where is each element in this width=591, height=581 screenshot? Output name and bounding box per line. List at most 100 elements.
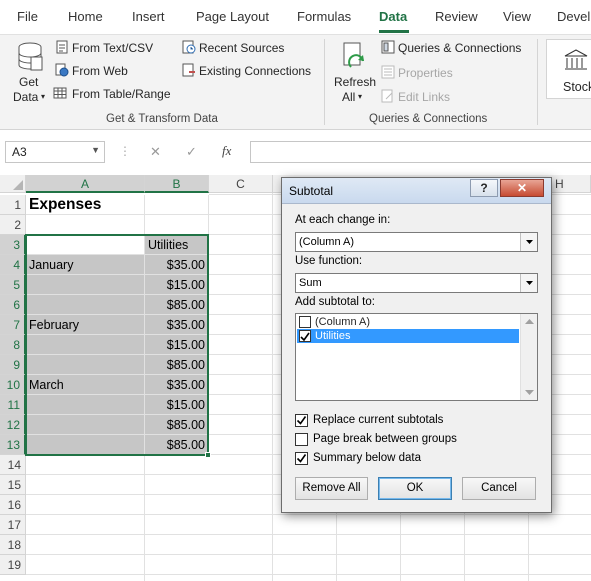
cell-b8[interactable]: $15.00: [145, 335, 209, 355]
row-header[interactable]: 7: [0, 315, 26, 335]
cell-a8[interactable]: [26, 335, 145, 355]
cell-b13[interactable]: $85.00: [145, 435, 209, 455]
empty-cells[interactable]: [26, 455, 209, 581]
insert-function-icon[interactable]: fx: [222, 143, 231, 159]
cancel-formula-icon[interactable]: ✕: [150, 144, 161, 160]
row-header[interactable]: 15: [0, 475, 26, 495]
list-item-checkbox[interactable]: [299, 316, 311, 328]
from-text-csv-button[interactable]: From Text/CSV: [72, 41, 153, 55]
dropdown-button[interactable]: [520, 274, 537, 292]
cell-a7[interactable]: February: [26, 315, 145, 335]
cell-a9[interactable]: [26, 355, 145, 375]
cell-b4[interactable]: $35.00: [145, 255, 209, 275]
page-break-checkbox[interactable]: [295, 433, 308, 446]
row-header[interactable]: 3: [0, 235, 26, 255]
close-button[interactable]: ✕: [500, 179, 544, 197]
list-item[interactable]: (Column A): [297, 315, 519, 329]
remove-all-button[interactable]: Remove All: [295, 477, 368, 500]
cell-a6[interactable]: [26, 295, 145, 315]
enter-formula-icon[interactable]: ✓: [186, 144, 197, 160]
tab-developer[interactable]: Devel: [557, 9, 590, 24]
formula-input[interactable]: [250, 141, 591, 163]
row-header[interactable]: 8: [0, 335, 26, 355]
row-header[interactable]: 1: [0, 195, 26, 215]
cell-a4[interactable]: January: [26, 255, 145, 275]
cell-a1[interactable]: Expenses: [26, 195, 145, 215]
cell-a11[interactable]: [26, 395, 145, 415]
tab-view[interactable]: View: [503, 9, 531, 24]
cell-b5[interactable]: $15.00: [145, 275, 209, 295]
existing-connections-button[interactable]: Existing Connections: [199, 64, 311, 78]
cell-a2[interactable]: [26, 215, 145, 235]
queries-connections-button[interactable]: Queries & Connections: [398, 41, 521, 55]
chevron-down-icon[interactable]: ▼: [91, 145, 100, 155]
chevron-down-icon: ▾: [41, 92, 46, 101]
from-web-button[interactable]: From Web: [72, 64, 128, 78]
list-item[interactable]: Utilities: [297, 329, 519, 343]
get-data-button[interactable]: Get Data ▾: [10, 39, 50, 107]
row-header[interactable]: 9: [0, 355, 26, 375]
cell-a3[interactable]: [26, 235, 145, 255]
summary-below-checkbox[interactable]: [295, 452, 308, 465]
cell-a13[interactable]: [26, 435, 145, 455]
cell-a10[interactable]: March: [26, 375, 145, 395]
use-function-select[interactable]: Sum: [295, 273, 538, 293]
page-break-label[interactable]: Page break between groups: [313, 433, 457, 445]
tab-home[interactable]: Home: [68, 9, 103, 24]
row-header[interactable]: 16: [0, 495, 26, 515]
tab-formulas[interactable]: Formulas: [297, 9, 351, 24]
cell-a5[interactable]: [26, 275, 145, 295]
cell-b1[interactable]: [145, 195, 209, 215]
replace-current-label[interactable]: Replace current subtotals: [313, 414, 443, 426]
row-header[interactable]: 18: [0, 535, 26, 555]
row-header[interactable]: 10: [0, 375, 26, 395]
dropdown-button[interactable]: [520, 233, 537, 251]
cell-b7[interactable]: $35.00: [145, 315, 209, 335]
tab-review[interactable]: Review: [435, 9, 478, 24]
cell-b10[interactable]: $35.00: [145, 375, 209, 395]
row-header[interactable]: 17: [0, 515, 26, 535]
row-header[interactable]: 2: [0, 215, 26, 235]
row-header[interactable]: 19: [0, 555, 26, 575]
scroll-up-icon[interactable]: [525, 318, 534, 324]
row-header[interactable]: 6: [0, 295, 26, 315]
recent-sources-button[interactable]: Recent Sources: [199, 41, 284, 55]
row-header[interactable]: 13: [0, 435, 26, 455]
column-header-c[interactable]: C: [209, 175, 273, 193]
stocks-button[interactable]: Stock: [546, 39, 591, 99]
cell-b2[interactable]: [145, 215, 209, 235]
column-header-a[interactable]: A: [26, 175, 145, 193]
refresh-all-button[interactable]: Refresh All ▾: [330, 39, 376, 109]
scroll-down-icon[interactable]: [525, 390, 534, 396]
row-header[interactable]: 4: [0, 255, 26, 275]
cell-b11[interactable]: $15.00: [145, 395, 209, 415]
at-each-change-select[interactable]: (Column A): [295, 232, 538, 252]
name-box[interactable]: A3 ▼: [5, 141, 105, 163]
cell-b3[interactable]: Utilities: [145, 235, 209, 255]
tab-insert[interactable]: Insert: [132, 9, 165, 24]
add-subtotal-list[interactable]: (Column A) Utilities: [295, 313, 538, 401]
cell-b9[interactable]: $85.00: [145, 355, 209, 375]
dialog-titlebar[interactable]: Subtotal ? ✕: [282, 178, 551, 204]
row-header[interactable]: 14: [0, 455, 26, 475]
list-scrollbar[interactable]: [520, 314, 537, 400]
cell-b12[interactable]: $85.00: [145, 415, 209, 435]
replace-current-checkbox[interactable]: [295, 414, 308, 427]
cell-a12[interactable]: [26, 415, 145, 435]
column-header-b[interactable]: B: [145, 175, 209, 193]
cancel-button[interactable]: Cancel: [462, 477, 536, 500]
summary-below-label[interactable]: Summary below data: [313, 452, 421, 464]
tab-page-layout[interactable]: Page Layout: [196, 9, 269, 24]
row-header[interactable]: 12: [0, 415, 26, 435]
fill-handle[interactable]: [205, 452, 211, 458]
from-table-range-button[interactable]: From Table/Range: [72, 87, 171, 101]
select-all-corner[interactable]: [0, 175, 26, 193]
tab-file[interactable]: File: [17, 9, 38, 24]
cell-b6[interactable]: $85.00: [145, 295, 209, 315]
ok-button[interactable]: OK: [378, 477, 452, 500]
list-item-checkbox[interactable]: [299, 330, 311, 342]
tab-data[interactable]: Data: [379, 9, 407, 24]
row-header[interactable]: 5: [0, 275, 26, 295]
row-header[interactable]: 11: [0, 395, 26, 415]
help-button[interactable]: ?: [470, 179, 498, 197]
